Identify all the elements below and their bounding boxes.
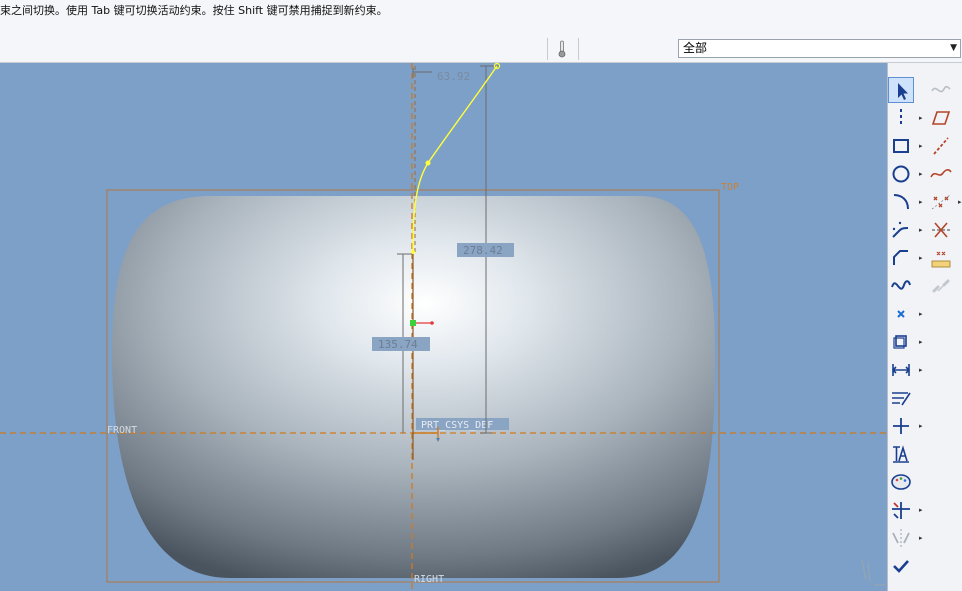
trim-icon (892, 502, 910, 519)
text-tool[interactable] (888, 441, 914, 467)
parallelogram-icon (931, 111, 951, 125)
flyout-arrow-icon[interactable]: ▸ (919, 422, 923, 430)
cursor-arrow-icon (898, 83, 908, 100)
equal-constraint-tool[interactable] (928, 245, 954, 271)
freeform-curve-icon (930, 169, 952, 178)
axis-point-tool[interactable] (928, 189, 954, 215)
flyout-arrow-icon[interactable]: ▸ (919, 198, 923, 206)
equal-constraint-icon (931, 251, 951, 268)
done-tool[interactable] (888, 553, 914, 579)
delete-segment-tool[interactable] (928, 217, 954, 243)
sketch-vertex-x (430, 321, 434, 325)
modify-tool[interactable] (888, 385, 914, 411)
flyout-arrow-icon[interactable]: ▸ (919, 366, 923, 374)
message-bar: 束之间切换。使用 Tab 键可切换活动约束。按住 Shift 键可禁用捕捉到新约… (0, 0, 962, 34)
toolbar-separator (547, 38, 548, 60)
status-message: 束之间切换。使用 Tab 键可切换活动约束。按住 Shift 键可禁用捕捉到新约… (0, 4, 388, 17)
arc-icon (893, 194, 909, 210)
chamfer-tool[interactable] (888, 245, 914, 271)
construction-line-icon (933, 137, 949, 155)
corner-glyph-icon (861, 559, 886, 586)
flyout-arrow-icon[interactable]: ▸ (919, 338, 923, 346)
arc-tool[interactable] (888, 189, 914, 215)
point-x-icon (897, 310, 905, 318)
rectangle-tool[interactable] (888, 133, 914, 159)
spline-tool[interactable] (888, 273, 914, 299)
parallelogram-tool[interactable] (928, 105, 954, 131)
thermometer-icon[interactable] (557, 40, 567, 58)
dimension-label-top-offset[interactable]: 63.92 (437, 70, 470, 83)
sketch-toolbar: ▸ ▸ ▸ ▸ ▸ ▸ ▸ ▸ ▸ ▸ ▸ ▸ ▸ (887, 63, 962, 591)
select-tool[interactable] (888, 77, 914, 103)
dropdown-arrow-icon[interactable]: ▼ (950, 40, 957, 57)
trim-tool[interactable] (888, 497, 914, 523)
modify-icon (892, 392, 911, 406)
flyout-arrow-icon[interactable]: ▸ (919, 114, 923, 122)
spline-point[interactable] (425, 160, 431, 166)
spline-point[interactable] (411, 250, 415, 254)
centerline-tool[interactable] (888, 105, 914, 131)
construction-line-tool[interactable] (928, 133, 954, 159)
text-icon (893, 445, 909, 463)
palette-icon (891, 474, 911, 490)
point-tool[interactable] (888, 301, 914, 327)
freeform-curve-tool[interactable] (928, 161, 954, 187)
rectangle-icon (893, 139, 909, 153)
centerline-icon (900, 109, 902, 127)
fillet-icon (892, 221, 909, 238)
filter-select-value: 全部 (683, 41, 708, 55)
front-plane-label: FRONT (107, 425, 137, 436)
dimension-label-total-height[interactable]: 278.42 (463, 244, 503, 257)
mirror-icon (892, 529, 910, 547)
flyout-arrow-icon[interactable]: ▸ (919, 506, 923, 514)
right-plane-label: RIGHT (414, 574, 444, 585)
dimension-tool[interactable] (888, 357, 914, 383)
dimension-label-lower-height[interactable]: 135.74 (378, 338, 418, 351)
dimension-icon (891, 364, 911, 376)
constraint-plus-icon (893, 418, 909, 434)
offset-icon (893, 335, 907, 349)
palette-tool[interactable] (888, 469, 914, 495)
link-tool-disabled[interactable] (928, 273, 954, 299)
flyout-arrow-icon[interactable]: ▸ (919, 142, 923, 150)
offset-tool[interactable] (888, 329, 914, 355)
checkmark-icon (893, 560, 909, 573)
circle-tool[interactable] (888, 161, 914, 187)
model-canvas[interactable]: TOP FRONT RIGHT PRT_CSYS_DEF 63.92 278.4… (0, 63, 887, 591)
flyout-arrow-icon[interactable]: ▸ (919, 310, 923, 318)
graphics-viewport[interactable]: TOP FRONT RIGHT PRT_CSYS_DEF 63.92 278.4… (0, 63, 887, 591)
csys-label: PRT_CSYS_DEF (421, 420, 493, 431)
flyout-arrow-icon[interactable]: ▸ (919, 226, 923, 234)
constraint-tool[interactable] (888, 413, 914, 439)
circle-icon (892, 165, 910, 183)
spline-icon (891, 280, 911, 290)
flyout-arrow-icon[interactable]: ▸ (958, 198, 962, 206)
flyout-arrow-icon[interactable]: ▸ (919, 534, 923, 542)
filter-select[interactable]: 全部 ▼ (678, 39, 961, 58)
toolbar-separator (578, 38, 579, 60)
curve-tool-disabled[interactable] (928, 77, 954, 103)
delete-segment-icon (932, 222, 950, 238)
mirror-tool[interactable] (888, 525, 914, 551)
flyout-arrow-icon[interactable]: ▸ (919, 170, 923, 178)
curve-disabled-icon (931, 85, 951, 93)
fillet-tool[interactable] (888, 217, 914, 243)
sketch-vertex[interactable] (410, 320, 416, 326)
axis-point-icon (931, 194, 951, 210)
flyout-arrow-icon[interactable]: ▸ (919, 254, 923, 262)
chain-link-icon (932, 279, 950, 293)
top-plane-label: TOP (721, 182, 739, 193)
chamfer-icon (893, 250, 908, 265)
